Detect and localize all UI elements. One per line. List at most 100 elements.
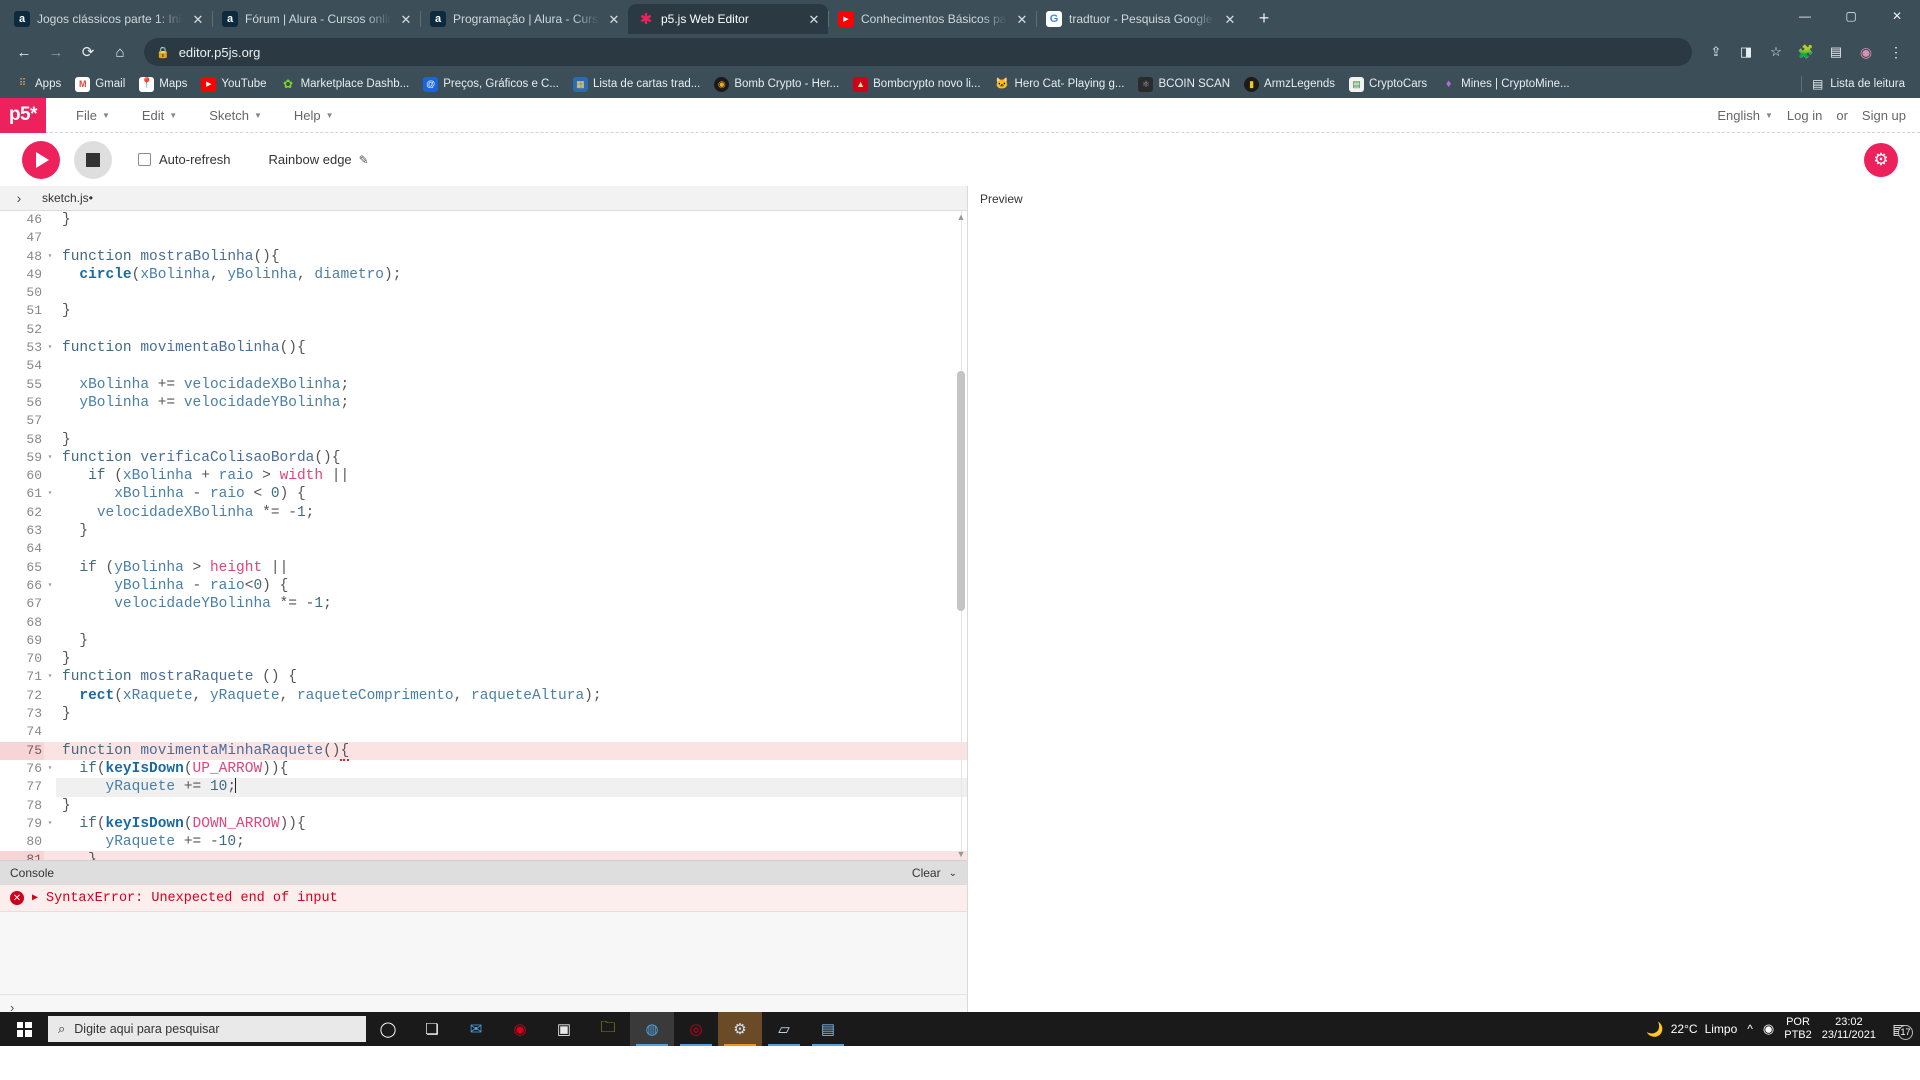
close-window-button[interactable]: ✕ [1874,0,1920,32]
code-line[interactable]: 78} [0,797,967,815]
cast-icon[interactable]: ◨ [1732,38,1760,66]
code-line[interactable]: 67 velocidadeYBolinha *= -1; [0,595,967,613]
code-line[interactable]: 77 yRaquete += 10; [0,778,967,797]
calculator-icon[interactable]: ▤ [806,1012,850,1046]
browser-tab[interactable]: ▶ Conhecimentos Básicos para Inic ✕ [828,4,1036,34]
steam-icon[interactable]: ⚙ [718,1012,762,1046]
taskbar-search-input[interactable]: ⌕ Digite aqui para pesquisar [48,1016,366,1042]
tray-expand-icon[interactable]: ^ [1747,1022,1753,1036]
code-line[interactable]: 52 [0,321,967,339]
share-icon[interactable]: ⇪ [1702,38,1730,66]
code-line[interactable]: 69 } [0,632,967,650]
notepad-icon[interactable]: ▱ [762,1012,806,1046]
bookmark-cryptocars[interactable]: ▤ CryptoCars [1342,74,1434,95]
chevron-down-icon[interactable]: ⌄ [949,868,957,879]
code-line[interactable]: 64 [0,540,967,558]
code-line[interactable]: 60 if (xBolinha + raio > width || [0,467,967,485]
code-line[interactable]: 56 yBolinha += velocidadeYBolinha; [0,394,967,412]
avg-icon[interactable]: ◉ [498,1012,542,1046]
camera-icon[interactable]: ◉ [1763,1021,1774,1037]
back-icon[interactable]: ← [10,38,38,66]
input-language[interactable]: POR PTB2 [1784,1016,1812,1042]
clear-button[interactable]: Clear [912,866,941,880]
gear-icon[interactable]: ⚙ [1864,142,1898,177]
fold-toggle-icon[interactable]: ▾ [44,668,56,686]
notification-icon[interactable]: ▤ 17 [1886,1021,1913,1040]
code-line[interactable]: 46} [0,211,967,229]
sketch-name[interactable]: Rainbow edge ✎ [269,152,369,167]
bookmark-gmail[interactable]: M Gmail [68,74,132,95]
code-line[interactable]: 47 [0,229,967,247]
fold-toggle-icon[interactable]: ▾ [44,485,56,503]
address-bar[interactable]: 🔒 editor.p5js.org [144,38,1692,66]
clock[interactable]: 23:02 23/11/2021 [1822,1016,1876,1042]
close-icon[interactable]: ✕ [806,11,822,27]
fold-toggle-icon[interactable]: ▾ [44,577,56,595]
close-icon[interactable]: ✕ [1014,11,1030,27]
fold-toggle-icon[interactable]: ▾ [44,760,56,778]
code-line[interactable]: 63 } [0,522,967,540]
auto-refresh-checkbox[interactable] [138,153,151,167]
bookmark-bombhero[interactable]: ▲ Bombcrypto novo li... [846,74,987,95]
browser-tab[interactable]: a Programação | Alura - Cursos onl ✕ [420,4,628,34]
bookmark-bombcrypto[interactable]: ◉ Bomb Crypto - Her... [707,74,846,95]
menu-sketch[interactable]: Sketch ▼ [193,108,278,123]
code-line[interactable]: 59 ▾ function verificaColisaoBorda(){ [0,449,967,467]
browser-tab[interactable]: a Fórum | Alura - Cursos online de ✕ [212,4,420,34]
maximize-button[interactable]: ▢ [1828,0,1874,32]
menu-file[interactable]: File ▼ [60,108,126,123]
code-line[interactable]: 62 velocidadeXBolinha *= -1; [0,504,967,522]
fold-toggle-icon[interactable]: ▾ [44,815,56,833]
bookmark-marketplace[interactable]: ✿ Marketplace Dashb... [274,74,417,95]
login-button[interactable]: Log in [1787,108,1822,123]
editor-scrollbar[interactable] [957,211,965,860]
scrollbar-thumb[interactable] [957,371,965,611]
menu-edit[interactable]: Edit ▼ [126,108,193,123]
bookmark-herocat[interactable]: 🐱 Hero Cat- Playing g... [988,74,1132,95]
code-line[interactable]: 72 rect(xRaquete, yRaquete, raqueteCompr… [0,687,967,705]
bookmark-youtube[interactable]: ▶ YouTube [194,74,273,95]
mail-icon[interactable]: ✉ [454,1012,498,1046]
new-tab-button[interactable]: + [1250,4,1278,32]
bookmark-armzlegends[interactable]: ▮ ArmzLegends [1237,74,1342,95]
code-line[interactable]: 74 [0,723,967,741]
code-line[interactable]: 57 [0,412,967,430]
code-line[interactable]: 53 ▾ function movimentaBolinha(){ [0,339,967,357]
code-line[interactable]: 76 ▾ if(keyIsDown(UP_ARROW)){ [0,760,967,778]
menu-help[interactable]: Help ▼ [278,108,350,123]
bookmark-apps[interactable]: ⠿ Apps [8,74,68,95]
code-line[interactable]: 65 if (yBolinha > height || [0,559,967,577]
code-line[interactable]: 54 [0,357,967,375]
pencil-icon[interactable]: ✎ [359,153,369,167]
file-name-tab[interactable]: sketch.js• [42,191,93,205]
fold-toggle-icon[interactable]: ▾ [44,449,56,467]
extensions-icon[interactable]: 🧩 [1792,38,1820,66]
bookmark-mines[interactable]: ♦ Mines | CryptoMine... [1434,74,1576,95]
bookmark-cards[interactable]: ▦ Lista de cartas trad... [566,74,707,95]
signup-button[interactable]: Sign up [1862,108,1906,123]
microsoft-store-icon[interactable]: ▣ [542,1012,586,1046]
code-line[interactable]: 70} [0,650,967,668]
auto-refresh-toggle[interactable]: Auto-refresh [138,152,231,167]
browser-tab[interactable]: a Jogos clássicos parte 1: Iniciando ✕ [4,4,212,34]
chrome-menu-icon[interactable]: ⋮ [1882,38,1910,66]
stop-button[interactable] [74,140,112,179]
reading-list-icon[interactable]: ▤ [1822,38,1850,66]
code-line[interactable]: 51} [0,302,967,320]
close-icon[interactable]: ✕ [1222,11,1238,27]
code-line[interactable]: 48 ▾ function mostraBolinha(){ [0,248,967,266]
code-line[interactable]: 55 xBolinha += velocidadeXBolinha; [0,376,967,394]
code-editor[interactable]: 46} 47 48 ▾ function mostraBolinha(){49 circ… [0,211,967,860]
home-icon[interactable]: ⌂ [106,38,134,66]
code-line[interactable]: 81 } [0,851,967,860]
code-line[interactable]: 79 ▾ if(keyIsDown(DOWN_ARROW)){ [0,815,967,833]
avatar[interactable]: ◉ [1852,38,1880,66]
close-icon[interactable]: ✕ [190,11,206,27]
expand-icon[interactable]: ▶ [32,892,38,904]
browser-tab-active[interactable]: ✱ p5.js Web Editor ✕ [628,4,828,34]
cortana-icon[interactable]: ◯ [366,1012,410,1046]
code-lines[interactable]: 46} 47 48 ▾ function mostraBolinha(){49 circ… [0,211,967,860]
sidebar-toggle-icon[interactable]: › [6,190,32,206]
code-line[interactable]: 71 ▾ function mostraRaquete () { [0,668,967,686]
code-line[interactable]: 61 ▾ xBolinha - raio < 0) { [0,485,967,503]
